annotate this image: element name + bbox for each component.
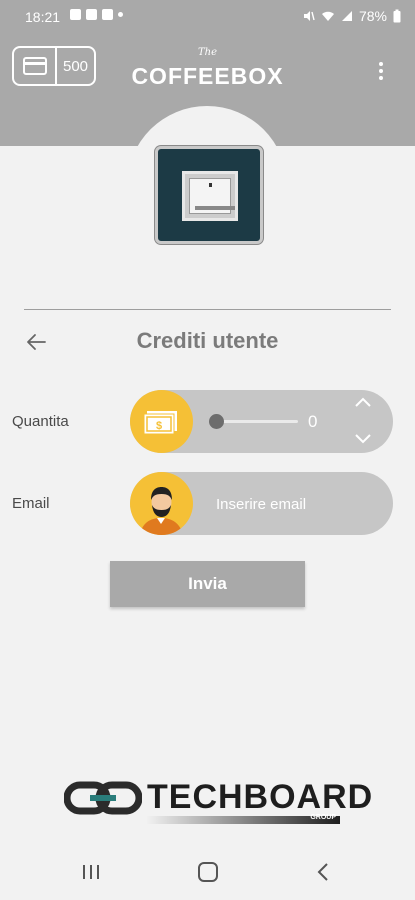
recent-apps-icon[interactable] [82, 864, 100, 880]
brand-logo: COFFEEBOX [131, 63, 284, 89]
techboard-wordmark: TECHBOARD [147, 778, 374, 816]
notification-icons [70, 9, 123, 20]
chevron-down-icon[interactable] [352, 429, 374, 447]
quantity-value: 0 [308, 412, 318, 431]
more-notifications-icon [118, 12, 123, 17]
chevron-up-icon[interactable] [352, 394, 374, 412]
status-time: 18:21 [25, 9, 61, 25]
status-indicators: 78% [303, 8, 401, 24]
battery-percentage: 78% [358, 8, 387, 24]
machine-core [189, 178, 235, 214]
brand-prefix: The [197, 47, 218, 58]
techboard-group-label: GROUP [310, 814, 336, 821]
page-title: Crediti utente [136, 328, 279, 353]
coffee-machine-logo [155, 146, 263, 244]
machine-frame [182, 171, 238, 221]
email-input[interactable] [216, 492, 376, 516]
money-icon: $ [130, 390, 193, 453]
email-control [130, 472, 393, 535]
email-label: Email [12, 495, 50, 512]
mute-icon [303, 11, 315, 21]
home-icon[interactable] [198, 862, 218, 882]
quantity-label: Quantita [12, 413, 69, 430]
quantity-slider-thumb[interactable] [209, 414, 224, 429]
section-divider [24, 309, 391, 310]
user-avatar-icon [130, 472, 193, 535]
quantity-control: $ 0 [130, 390, 393, 453]
chain-link-icon [64, 781, 142, 815]
menu-dots-icon[interactable] [379, 62, 385, 80]
machine-label [195, 206, 235, 210]
system-back-icon[interactable] [316, 862, 330, 882]
send-button[interactable]: Invia [110, 561, 305, 607]
teams-notification-icon-2 [102, 9, 113, 20]
wifi-icon [321, 11, 334, 21]
battery-icon [393, 9, 401, 23]
quantity-slider-track[interactable] [216, 420, 298, 423]
system-nav-bar [0, 842, 415, 900]
techboard-logo: TECHBOARD GROUP [64, 776, 372, 832]
status-bar: 18:21 78% [0, 0, 415, 34]
gallery-notification-icon [70, 9, 81, 20]
svg-text:$: $ [156, 420, 162, 432]
signal-icon [341, 11, 352, 21]
teams-notification-icon [86, 9, 97, 20]
